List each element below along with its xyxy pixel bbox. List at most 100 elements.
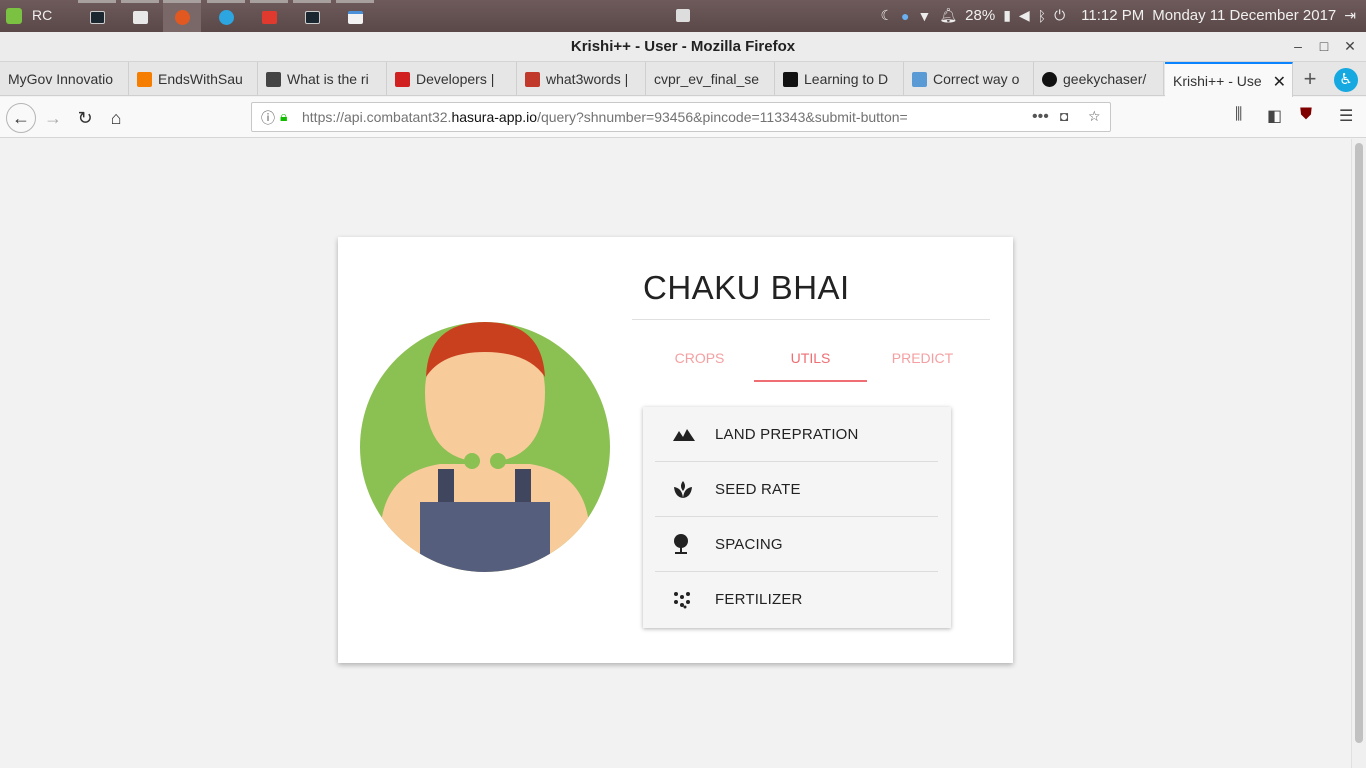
scrollbar-thumb[interactable] [1355, 143, 1363, 743]
tab-developers[interactable]: Developers | [387, 62, 517, 96]
telegram-icon [218, 10, 234, 25]
util-label: LAND PREPRATION [715, 425, 859, 443]
menu-icon[interactable]: ☰ [1339, 106, 1353, 126]
wifi-icon[interactable]: ▼ [918, 8, 932, 24]
tab-label: Krishi++ - Use [1173, 72, 1262, 89]
pocket-icon[interactable]: ◘ [1060, 108, 1068, 124]
tab-label: Learning to D [804, 71, 889, 87]
minimize-button[interactable]: – [1289, 38, 1307, 54]
nature-icon [673, 532, 705, 556]
tab-label: Correct way o [933, 71, 1020, 87]
window-titlebar: Krishi++ - User - Mozilla Firefox – □ ✕ [0, 32, 1366, 62]
landscape-icon [673, 422, 705, 446]
tab-correct-way[interactable]: Correct way o [904, 62, 1034, 96]
pdf-icon [261, 11, 277, 24]
taskbar-telegram-button[interactable] [207, 0, 245, 32]
forward-button[interactable]: → [38, 103, 68, 133]
url-text[interactable]: https://api.combatant32.hasura-app.io/qu… [302, 109, 908, 125]
taskbar-terminal2-button[interactable] [293, 0, 331, 32]
globe-icon[interactable]: ● [901, 8, 909, 24]
bookmark-star-icon[interactable]: ☆ [1088, 108, 1101, 125]
tab-utils[interactable]: UTILS [754, 342, 867, 382]
tab-what-is-the[interactable]: What is the ri [258, 62, 387, 96]
terminal-icon [304, 11, 320, 24]
util-label: SEED RATE [715, 480, 801, 498]
night-mode-icon[interactable]: ☾ [880, 7, 893, 24]
tab-crops[interactable]: CROPS [643, 342, 756, 382]
library-icon[interactable]: ⫼ [1235, 106, 1242, 124]
tab-label: What is the ri [287, 71, 369, 87]
accessibility-icon[interactable]: ♿ [1334, 68, 1358, 92]
profile-card: CHAKU BHAI CROPS UTILS PREDICT LAND PREP… [338, 237, 1013, 663]
window-title: Krishi++ - User - Mozilla Firefox [570, 38, 796, 55]
tab-label: what3words | [546, 71, 629, 87]
tab-label: cvpr_ev_final_se [654, 71, 760, 87]
power-icon[interactable]: ⏻ [1054, 7, 1065, 24]
clock[interactable]: 11:12 PM [1081, 7, 1144, 24]
tab-krishi-active[interactable]: Krishi++ - Use ✕ [1165, 62, 1293, 97]
close-tab-icon[interactable]: ✕ [1273, 72, 1286, 92]
util-item-land-prepration[interactable]: LAND PREPRATION [655, 407, 938, 462]
date[interactable]: Monday 11 December 2017 [1152, 7, 1336, 24]
taskbar-pdf-button[interactable] [250, 0, 288, 32]
new-tab-button[interactable]: + [1299, 66, 1321, 92]
tab-label: MyGov Innovatio [8, 71, 114, 87]
medium-icon [783, 71, 798, 87]
util-item-fertilizer[interactable]: FERTILIZER [655, 572, 938, 627]
reload-button[interactable]: ↻ [70, 103, 100, 133]
reload-icon: ↻ [77, 107, 93, 128]
os-top-panel: RC ☾ ● ▼ 🔔︎ 28% ▮ ◀ ᛒ ⏻ 11:12 PM Monday … [0, 0, 1366, 32]
taskbar-window-button[interactable] [121, 0, 159, 32]
tab-predict[interactable]: PREDICT [866, 342, 979, 382]
page-actions-icon[interactable]: ••• [1032, 108, 1049, 126]
lock-icon[interactable]: 🔒︎ [280, 108, 287, 125]
util-item-spacing[interactable]: SPACING [655, 517, 938, 572]
tab-label: Developers | [416, 71, 495, 87]
volume-icon[interactable]: ◀ [1019, 7, 1030, 24]
taskbar-files-button[interactable] [336, 0, 374, 32]
forward-arrow-icon: → [44, 107, 62, 128]
tab-label: EndsWithSau [158, 71, 243, 87]
ublock-icon[interactable]: ⛊ [1300, 106, 1312, 124]
firefox-icon [174, 10, 190, 25]
logout-icon[interactable]: ⇥ [1344, 7, 1356, 24]
tab-learning[interactable]: Learning to D [775, 62, 904, 96]
battery-icon[interactable]: ▮ [1003, 7, 1011, 24]
name-divider [632, 319, 990, 320]
developers-icon [395, 71, 410, 87]
github-icon [1042, 71, 1057, 87]
maximize-button[interactable]: □ [1315, 38, 1333, 54]
tab-endswithsau[interactable]: EndsWithSau [129, 62, 258, 96]
taskbar-terminal-button[interactable] [78, 0, 116, 32]
taskbar-firefox-button[interactable] [163, 0, 201, 32]
tab-cvpr[interactable]: cvpr_ev_final_se [646, 62, 775, 96]
sidebar-icon[interactable]: ◧ [1267, 106, 1282, 126]
blogger-icon [137, 71, 152, 87]
user-name: CHAKU BHAI [643, 269, 850, 306]
chart-favicon-icon [912, 71, 927, 87]
utils-list: LAND PREPRATION SEED RATE SPACING FERTIL… [643, 407, 951, 628]
info-icon[interactable]: ⓘ [261, 108, 275, 128]
files-icon [347, 11, 363, 24]
util-label: SPACING [715, 535, 783, 553]
vertical-scrollbar[interactable] [1351, 139, 1366, 768]
home-button[interactable]: ⌂ [101, 103, 131, 133]
url-bar[interactable]: ⓘ 🔒︎ https://api.combatant32.hasura-app.… [251, 102, 1111, 132]
workspace-icon[interactable] [676, 9, 690, 22]
os-label: RC [32, 7, 53, 23]
back-button[interactable]: ← [6, 103, 36, 133]
close-window-button[interactable]: ✕ [1341, 38, 1359, 55]
url-suffix: /query?shnumber=93456&pincode=113343&sub… [537, 109, 908, 125]
home-icon: ⌂ [110, 107, 122, 128]
back-arrow-icon: ← [12, 107, 30, 128]
bluetooth-icon[interactable]: ᛒ [1038, 8, 1046, 24]
tab-what3words[interactable]: what3words | [517, 62, 646, 96]
tab-geekychaser[interactable]: geekychaser/ [1034, 62, 1164, 96]
tab-mygov[interactable]: MyGov Innovatio [0, 62, 129, 96]
util-item-seed-rate[interactable]: SEED RATE [655, 462, 938, 517]
notification-icon[interactable]: 🔔︎ [939, 7, 957, 24]
farmer-avatar [360, 322, 610, 572]
what3words-icon [525, 71, 540, 87]
url-prefix: https://api.combatant32. [302, 109, 452, 125]
os-menu-icon[interactable] [6, 8, 22, 24]
